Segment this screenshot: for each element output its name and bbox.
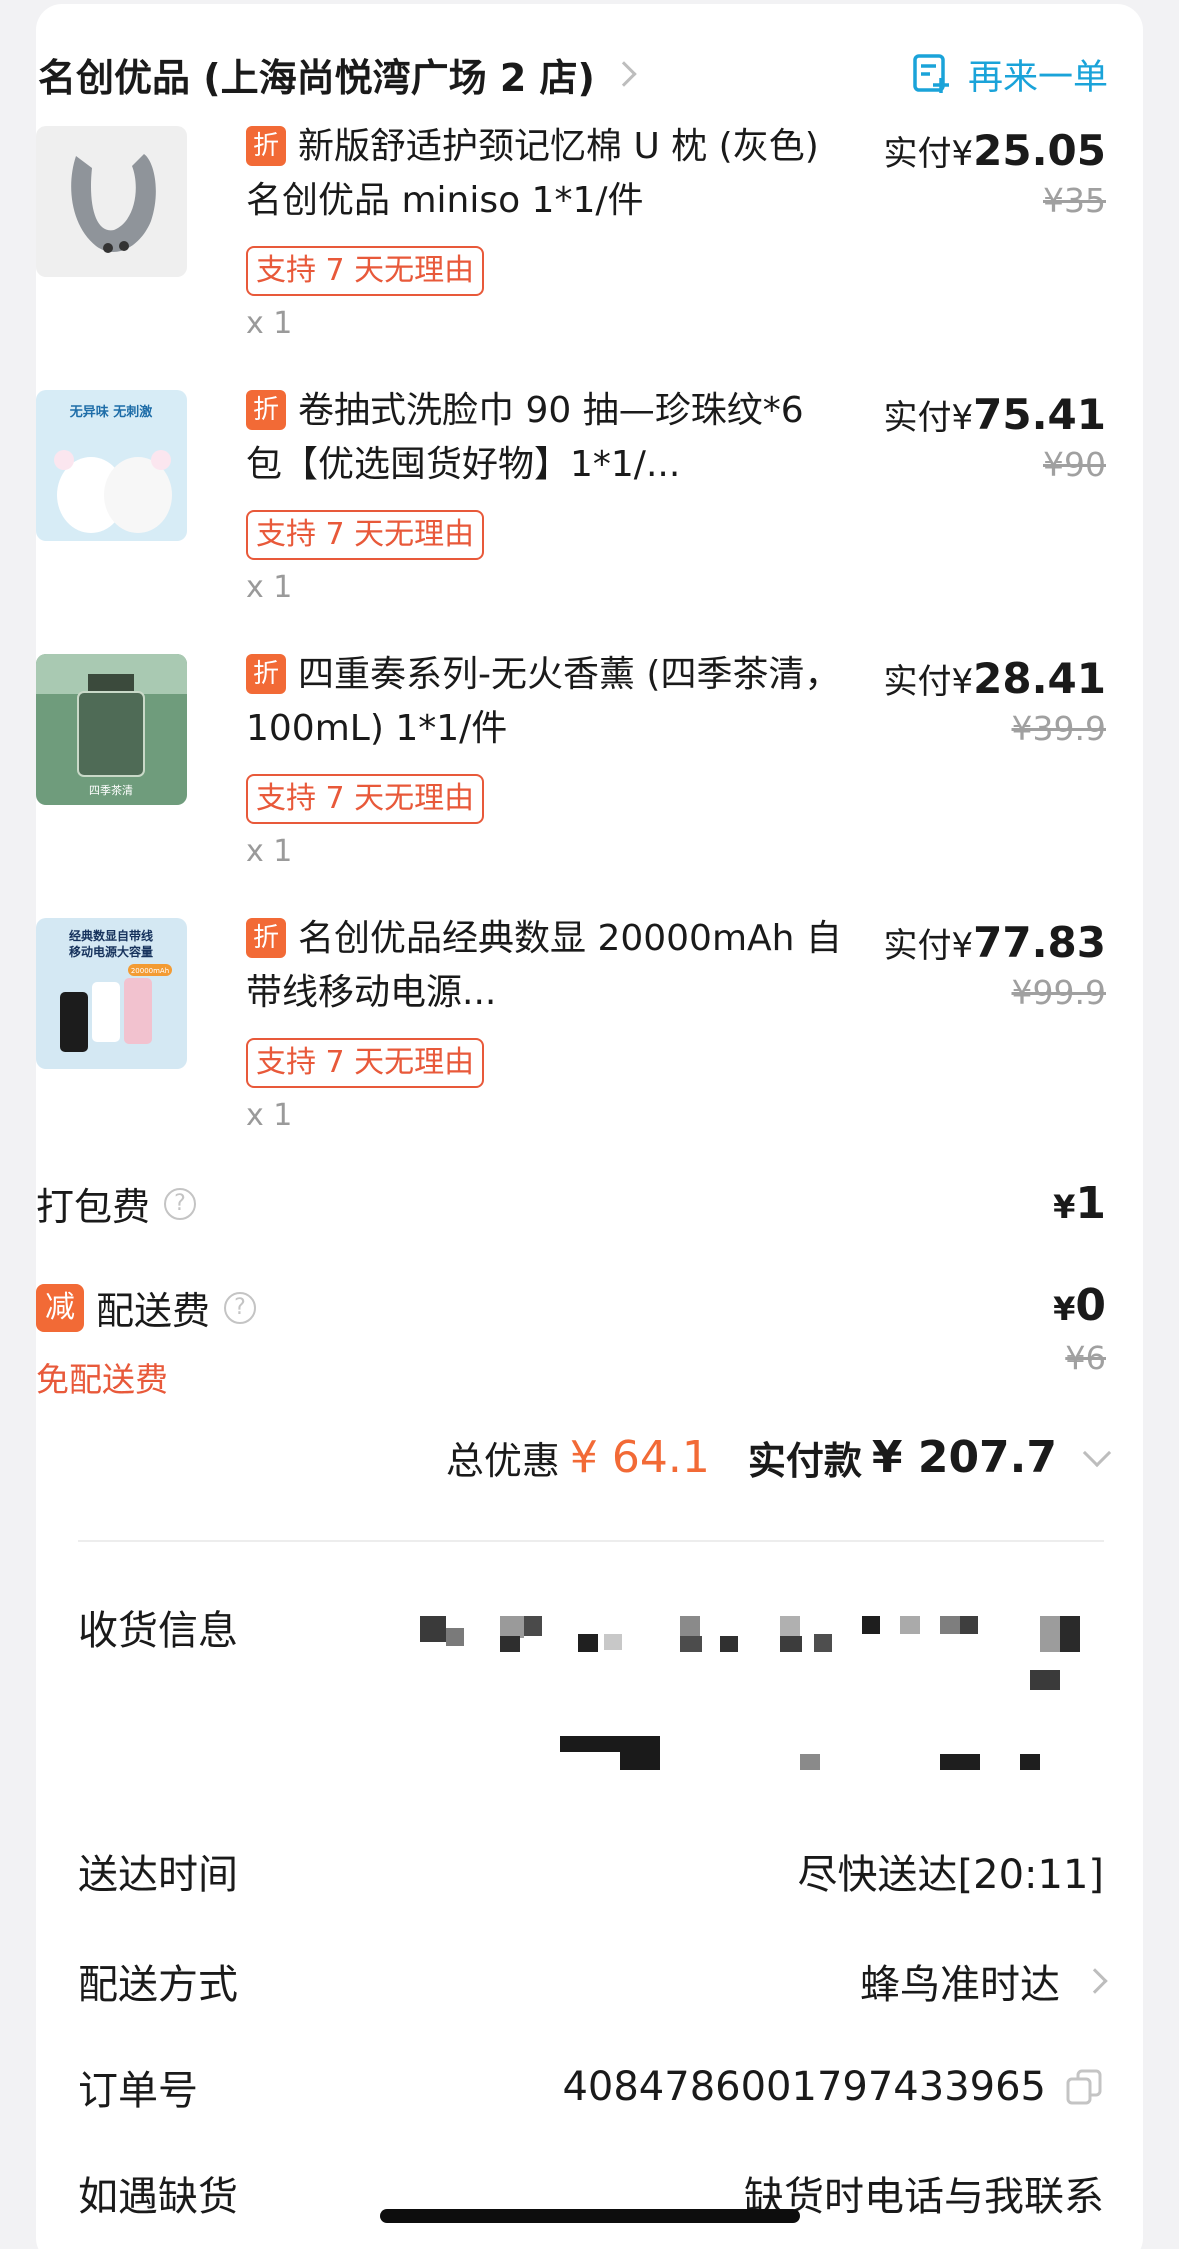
store-name: 名创优品 (上海尚悦湾广场 2 店): [38, 55, 595, 100]
product-quantity: x 1: [246, 570, 293, 605]
thumbnail-caption: 无异味 无刺激: [69, 404, 154, 420]
thumbnail-caption: 经典数显自带线: [69, 928, 153, 943]
redacted-address: [400, 1600, 1120, 1790]
paid-amount: 28.41: [973, 654, 1106, 703]
product-title-text: 名创优品经典数显 20000mAh 自带线移动电源...: [246, 918, 842, 1013]
product-thumbnail[interactable]: 无异味 无刺激: [36, 390, 187, 541]
chevron-right-icon: [1082, 1968, 1108, 1994]
store-name-link[interactable]: 名创优品 (上海尚悦湾广场 2 店): [38, 47, 637, 102]
total-discount-value: ¥ 64.1: [569, 1432, 710, 1483]
receiver-info-label: 收货信息: [78, 1608, 238, 1654]
original-price: ¥99.9: [1011, 973, 1106, 1012]
discount-badge: 折: [246, 918, 286, 958]
return-policy-tag: 支持 7 天无理由: [246, 1038, 485, 1088]
delivery-time-row: 送达时间 尽快送达[20:11]: [78, 1842, 1104, 1900]
delivery-fee-original: ¥6: [1065, 1339, 1106, 1377]
reorder-button[interactable]: 再来一单: [912, 49, 1108, 100]
paid-amount: 25.05: [973, 126, 1106, 175]
chevron-right-icon: [611, 61, 637, 87]
order-number-label: 订单号: [78, 2068, 198, 2114]
delivery-time-value: 尽快送达[20:11]: [797, 1852, 1104, 1898]
thumbnail-caption: 20000mAh: [131, 967, 169, 975]
paid-prefix: 实付¥: [883, 662, 974, 702]
chevron-down-icon[interactable]: [1082, 1438, 1112, 1467]
original-price: ¥39.9: [1011, 709, 1106, 748]
return-policy-tag: 支持 7 天无理由: [246, 774, 485, 824]
product-title: 折四重奏系列-无火香薰 (四季茶清，100mL) 1*1/件: [246, 648, 846, 756]
help-icon[interactable]: ?: [164, 1187, 197, 1220]
product-thumbnail[interactable]: [36, 126, 187, 277]
original-price: ¥90: [1043, 445, 1106, 484]
help-icon[interactable]: ?: [224, 1291, 257, 1324]
product-thumbnail[interactable]: 经典数显自带线 移动电源大容量 20000mAh: [36, 918, 187, 1069]
product-quantity: x 1: [246, 1098, 293, 1133]
delivery-fee-row: 减 配送费 ? 免配送费 ¥0 ¥6: [36, 1280, 1106, 1401]
product-title-text: 四重奏系列-无火香薰 (四季茶清，100mL) 1*1/件: [246, 654, 841, 749]
order-item[interactable]: 折新版舒适护颈记忆棉 U 枕 (灰色) 名创优品 miniso 1*1/件 支持…: [36, 126, 1107, 341]
paid-prefix: 实付¥: [883, 134, 974, 174]
discount-badge: 折: [246, 654, 286, 694]
packing-fee-value: 1: [1075, 1178, 1106, 1229]
paid-prefix: 实付¥: [883, 398, 974, 438]
order-totals[interactable]: 总优惠 ¥ 64.1 实付款 ¥ 207.7: [445, 1430, 1112, 1485]
delivery-time-label: 送达时间: [78, 1852, 238, 1898]
free-delivery-text: 免配送费: [36, 1360, 168, 1399]
order-item[interactable]: 无异味 无刺激 折卷抽式洗脸巾 90 抽—珍珠纹*6 包【优选囤货好物】1*1/…: [36, 390, 1107, 605]
order-item[interactable]: 四季茶清 折四重奏系列-无火香薰 (四季茶清，100mL) 1*1/件 支持 7…: [36, 654, 1107, 869]
home-indicator[interactable]: [380, 2209, 800, 2223]
delivery-method-value: 蜂鸟准时达: [860, 1962, 1060, 2008]
product-quantity: x 1: [246, 834, 293, 869]
product-title: 折新版舒适护颈记忆棉 U 枕 (灰色) 名创优品 miniso 1*1/件: [246, 120, 846, 228]
currency-symbol: ¥: [1053, 1188, 1076, 1226]
thumbnail-caption: 四季茶清: [89, 784, 133, 797]
packing-fee-row: 打包费 ? ¥1: [36, 1176, 1106, 1231]
product-quantity: x 1: [246, 306, 293, 341]
product-title: 折名创优品经典数显 20000mAh 自带线移动电源...: [246, 912, 846, 1020]
product-price: 实付¥75.41 ¥90: [884, 390, 1107, 484]
delivery-method-label: 配送方式: [78, 1962, 238, 2008]
paid-prefix: 实付¥: [883, 926, 974, 966]
product-price: 实付¥28.41 ¥39.9: [884, 654, 1107, 748]
order-number-row: 订单号 4084786001797433965: [78, 2058, 1104, 2116]
product-price: 实付¥77.83 ¥99.9: [884, 918, 1107, 1012]
delivery-fee-label: 配送费: [96, 1289, 211, 1333]
paid-total-value: ¥ 207.7: [871, 1432, 1057, 1483]
discount-badge: 减: [36, 1283, 84, 1332]
paid-amount: 77.83: [973, 918, 1106, 967]
packing-fee-label: 打包费: [36, 1185, 151, 1229]
product-title: 折卷抽式洗脸巾 90 抽—珍珠纹*6 包【优选囤货好物】1*1/...: [246, 384, 846, 492]
total-discount-label: 总优惠: [445, 1439, 560, 1483]
return-policy-tag: 支持 7 天无理由: [246, 510, 485, 560]
delivery-fee-value: 0: [1075, 1280, 1106, 1331]
product-thumbnail[interactable]: 四季茶清: [36, 654, 187, 805]
out-of-stock-label: 如遇缺货: [78, 2174, 238, 2220]
section-divider: [78, 1540, 1104, 1542]
thumbnail-caption: 移动电源大容量: [69, 944, 153, 959]
currency-symbol: ¥: [1053, 1290, 1076, 1328]
discount-badge: 折: [246, 126, 286, 166]
return-policy-tag: 支持 7 天无理由: [246, 246, 485, 296]
paid-amount: 75.41: [973, 390, 1106, 439]
product-title-text: 卷抽式洗脸巾 90 抽—珍珠纹*6 包【优选囤货好物】1*1/...: [246, 390, 804, 485]
paid-total-label: 实付款: [747, 1439, 862, 1483]
reorder-icon: [913, 54, 949, 93]
discount-badge: 折: [246, 390, 286, 430]
product-price: 实付¥25.05 ¥35: [884, 126, 1107, 220]
order-number-value: 4084786001797433965: [562, 2064, 1046, 2110]
original-price: ¥35: [1043, 181, 1106, 220]
reorder-label: 再来一单: [967, 57, 1108, 98]
copy-icon[interactable]: [1064, 2067, 1104, 2107]
delivery-method-row[interactable]: 配送方式 蜂鸟准时达: [78, 1952, 1108, 2010]
product-title-text: 新版舒适护颈记忆棉 U 枕 (灰色) 名创优品 miniso 1*1/件: [246, 126, 819, 221]
store-header: 名创优品 (上海尚悦湾广场 2 店) 再来一单: [38, 44, 1108, 104]
order-item[interactable]: 经典数显自带线 移动电源大容量 20000mAh 折名创优品经典数显 20000…: [36, 918, 1107, 1133]
